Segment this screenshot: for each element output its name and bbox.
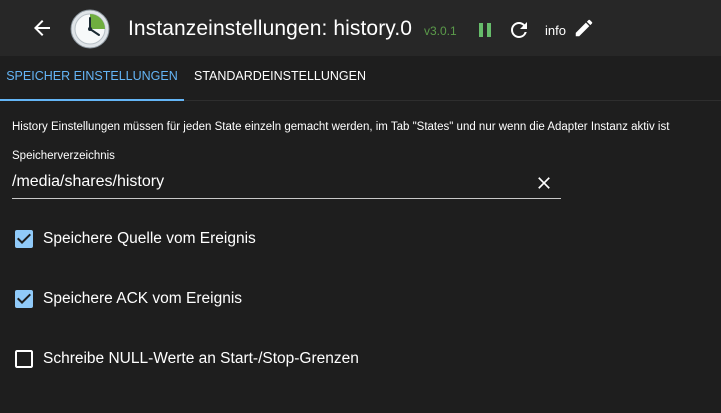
app-header: Instanzeinstellungen: history.0 v3.0.1 i… [0, 0, 721, 56]
close-icon[interactable] [534, 173, 554, 193]
tab-default-settings[interactable]: Standardeinstellungen [184, 56, 376, 101]
clock-history-icon [70, 9, 110, 49]
storage-dir-label: Speicherverzeichnis [12, 150, 115, 162]
checkbox-label: Speichere Quelle vom Ereignis [43, 230, 256, 247]
pause-icon[interactable] [473, 18, 497, 42]
storage-dir-input[interactable] [12, 169, 522, 195]
checkbox-checked-icon[interactable] [12, 227, 36, 251]
checkbox-label: Schreibe NULL-Werte an Start-/Stop-Grenz… [43, 350, 359, 367]
storage-dir-field [12, 167, 561, 199]
page-title: Instanzeinstellungen: history.0 [128, 17, 413, 40]
info-link[interactable]: info [545, 23, 566, 38]
arrow-left-icon[interactable] [30, 16, 54, 40]
reload-icon[interactable] [507, 18, 531, 42]
info-hint: History Einstellungen müssen für jeden S… [12, 121, 670, 133]
checkbox-unchecked-icon[interactable] [12, 347, 36, 371]
version-label: v3.0.1 [424, 24, 457, 38]
tab-storage-settings[interactable]: Speicher Einstellungen [0, 56, 184, 101]
pencil-icon[interactable] [573, 17, 595, 39]
checkbox-label: Speichere ACK vom Ereignis [43, 290, 243, 307]
tab-bar: Speicher Einstellungen Standardeinstellu… [0, 56, 721, 101]
checkbox-checked-icon[interactable] [12, 287, 36, 311]
